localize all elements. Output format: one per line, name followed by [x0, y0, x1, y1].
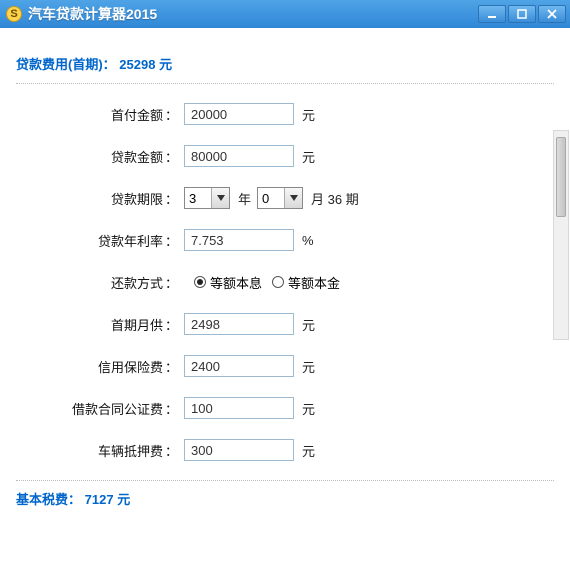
unit-loan-amount: 元 [302, 147, 315, 166]
input-months[interactable] [258, 191, 284, 206]
input-years[interactable] [185, 191, 211, 206]
label-repay-method: 还款方式： [14, 273, 184, 292]
label-first-monthly: 首期月供： [14, 315, 184, 334]
window-title: 汽车贷款计算器2015 [28, 4, 157, 24]
content-area: 贷款费用(首期)： 25298 元 首付金额： 元 贷款金额： 元 贷款期限： … [0, 28, 570, 508]
loan-fee-value: 25298 [119, 57, 155, 72]
row-mortgage-fee: 车辆抵押费： 元 [14, 438, 556, 462]
input-mortgage-fee[interactable] [184, 439, 294, 461]
row-credit-ins: 信用保险费： 元 [14, 354, 556, 378]
label-notary-fee: 借款合同公证费： [14, 399, 184, 418]
unit-annual-rate: % [302, 233, 314, 248]
label-credit-ins: 信用保险费： [14, 357, 184, 376]
label-mortgage-fee: 车辆抵押费： [14, 441, 184, 460]
tax-summary: 基本税费： 7127 元 [16, 489, 556, 508]
divider [16, 83, 554, 84]
tax-unit: 元 [117, 492, 130, 507]
vertical-scrollbar[interactable] [553, 130, 569, 340]
tax-value: 7127 [85, 492, 114, 507]
unit-notary-fee: 元 [302, 399, 315, 418]
loan-fee-summary: 贷款费用(首期)： 25298 元 [16, 54, 556, 73]
minimize-button[interactable] [478, 5, 506, 23]
row-notary-fee: 借款合同公证费： 元 [14, 396, 556, 420]
row-down-payment: 首付金额： 元 [14, 102, 556, 126]
divider [16, 480, 554, 481]
unit-months: 月 36 期 [311, 189, 359, 208]
unit-mortgage-fee: 元 [302, 441, 315, 460]
row-loan-amount: 贷款金额： 元 [14, 144, 556, 168]
input-notary-fee[interactable] [184, 397, 294, 419]
chevron-down-icon[interactable] [211, 188, 229, 208]
row-first-monthly: 首期月供： 元 [14, 312, 556, 336]
tax-label: 基本税费： [16, 492, 81, 507]
chevron-down-icon[interactable] [284, 188, 302, 208]
input-loan-amount[interactable] [184, 145, 294, 167]
input-down-payment[interactable] [184, 103, 294, 125]
loan-fee-label: 贷款费用(首期)： [16, 57, 116, 72]
select-years[interactable] [184, 187, 230, 209]
radio-label-equal-installment: 等额本息 [210, 273, 262, 292]
select-months[interactable] [257, 187, 303, 209]
scrollbar-thumb[interactable] [556, 137, 566, 217]
close-button[interactable] [538, 5, 566, 23]
radio-equal-installment[interactable] [194, 276, 206, 288]
input-credit-ins[interactable] [184, 355, 294, 377]
unit-first-monthly: 元 [302, 315, 315, 334]
radio-equal-principal[interactable] [272, 276, 284, 288]
input-annual-rate[interactable] [184, 229, 294, 251]
label-loan-term: 贷款期限： [14, 189, 184, 208]
label-annual-rate: 贷款年利率： [14, 231, 184, 250]
radio-label-equal-principal: 等额本金 [288, 273, 340, 292]
loan-fee-unit: 元 [159, 57, 172, 72]
unit-credit-ins: 元 [302, 357, 315, 376]
window-titlebar: S 汽车贷款计算器2015 [0, 0, 570, 28]
row-loan-term: 贷款期限： 年 月 36 期 [14, 186, 556, 210]
label-loan-amount: 贷款金额： [14, 147, 184, 166]
unit-years: 年 [238, 189, 251, 208]
maximize-button[interactable] [508, 5, 536, 23]
unit-down-payment: 元 [302, 105, 315, 124]
label-down-payment: 首付金额： [14, 105, 184, 124]
row-annual-rate: 贷款年利率： % [14, 228, 556, 252]
row-repay-method: 还款方式： 等额本息 等额本金 [14, 270, 556, 294]
input-first-monthly[interactable] [184, 313, 294, 335]
app-icon: S [6, 6, 22, 22]
